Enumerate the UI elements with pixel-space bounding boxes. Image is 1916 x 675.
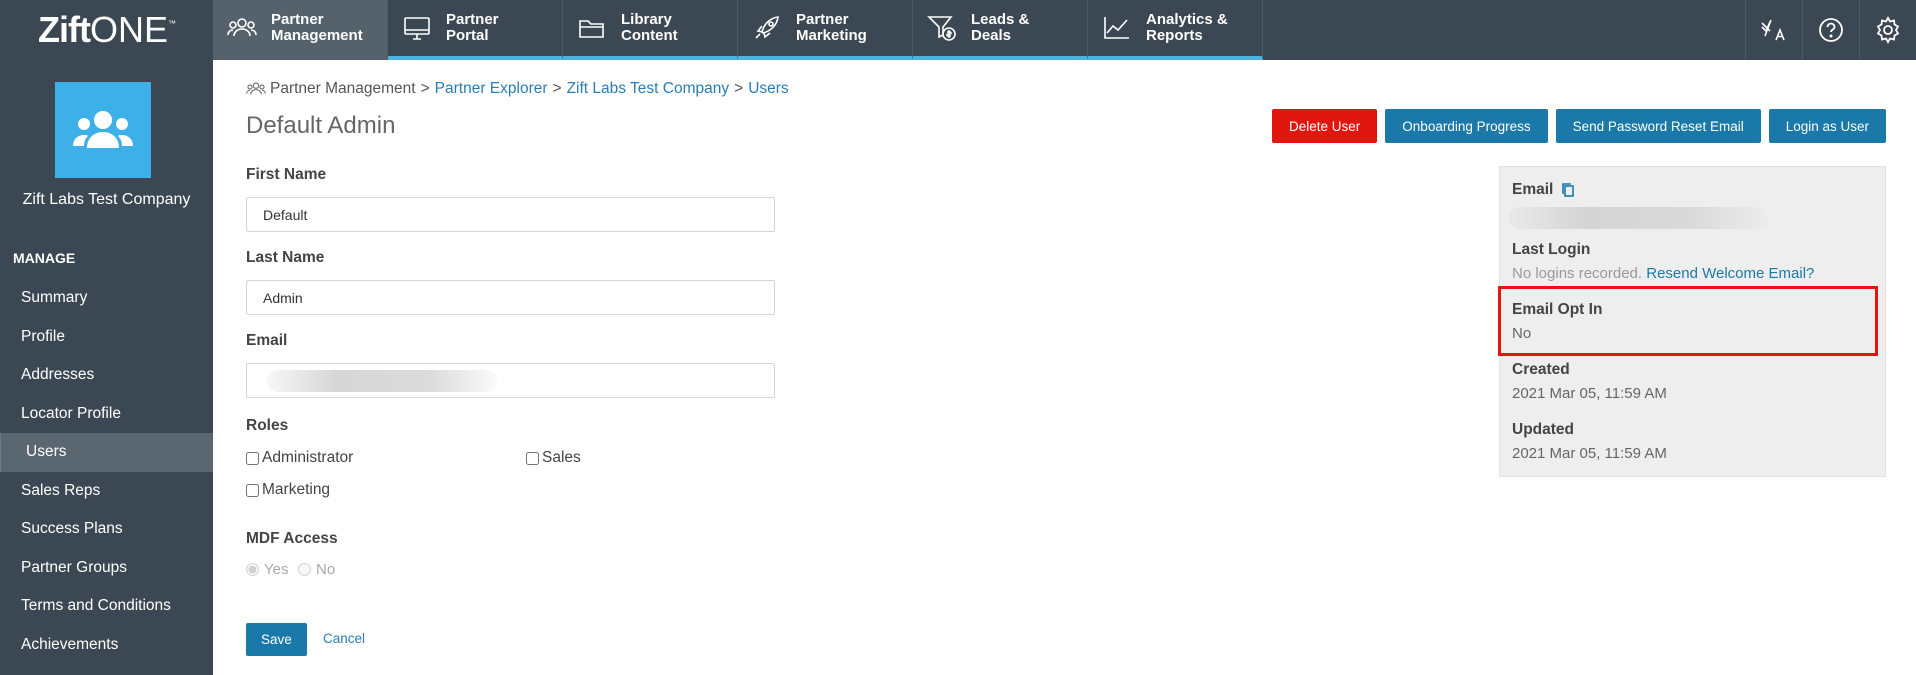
role-administrator-checkbox[interactable]: Administrator — [246, 449, 353, 467]
nav-partner-marketing[interactable]: Partner Marketing — [738, 0, 913, 60]
sidebar-menu: Summary Profile Addresses Locator Profil… — [0, 279, 213, 664]
sidebar-item-success-plans[interactable]: Success Plans — [0, 510, 213, 549]
mdf-access-label: MDF Access — [246, 530, 338, 547]
help-icon[interactable] — [1802, 0, 1859, 60]
funnel-dollar-icon — [927, 14, 957, 42]
nav-label: Partner Management — [271, 11, 363, 44]
redacted-email — [267, 370, 497, 392]
rocket-icon — [752, 14, 782, 42]
last-login-value: No logins recorded. Resend Welcome Email… — [1512, 265, 1814, 282]
last-login-text: No logins recorded. — [1512, 265, 1643, 282]
email-field[interactable] — [246, 363, 775, 398]
company-logo — [55, 82, 151, 178]
sidebar-item-achievements[interactable]: Achievements — [0, 626, 213, 665]
breadcrumb-separator: > — [552, 80, 562, 97]
created-value: 2021 Mar 05, 11:59 AM — [1512, 385, 1667, 402]
breadcrumb-separator: > — [420, 80, 430, 97]
role-label: Administrator — [262, 449, 354, 466]
first-name-field[interactable] — [246, 197, 775, 232]
nav-label: Analytics & Reports — [1146, 11, 1228, 44]
role-label: Sales — [542, 449, 581, 466]
first-name-label: First Name — [246, 166, 327, 183]
info-email-label: Email — [1512, 181, 1575, 199]
nav-partner-portal[interactable]: Partner Portal — [388, 0, 563, 60]
delete-user-button[interactable]: Delete User — [1272, 109, 1378, 143]
breadcrumb-partner-explorer[interactable]: Partner Explorer — [435, 80, 548, 98]
cancel-link[interactable]: Cancel — [323, 631, 365, 646]
nav-library-content[interactable]: Library Content — [563, 0, 738, 60]
logo-trademark: ™ — [167, 18, 176, 28]
breadcrumb-separator: > — [734, 80, 744, 97]
send-password-reset-button[interactable]: Send Password Reset Email — [1555, 109, 1761, 143]
last-name-field[interactable] — [246, 280, 775, 315]
checkbox[interactable] — [246, 451, 259, 465]
sidebar-item-summary[interactable]: Summary — [0, 279, 213, 318]
radio-label: Yes — [264, 561, 289, 578]
logo-text-suffix: ONE — [89, 9, 168, 50]
created-label: Created — [1512, 361, 1570, 378]
breadcrumb-root: Partner Management — [270, 80, 416, 97]
role-sales-checkbox[interactable]: Sales — [526, 449, 581, 467]
main-content: Partner Management > Partner Explorer > … — [213, 60, 1916, 675]
copy-icon[interactable] — [1561, 182, 1575, 198]
breadcrumb-users[interactable]: Users — [748, 80, 788, 98]
folder-icon — [577, 14, 607, 42]
checkbox[interactable] — [526, 451, 539, 465]
users-icon — [246, 82, 266, 95]
main-nav: Partner Management Partner Portal Library C… — [213, 0, 1263, 60]
nav-label: Leads & Deals — [971, 11, 1030, 44]
zift-one-logo[interactable]: Zift ONE ™ — [0, 0, 213, 60]
updated-label: Updated — [1512, 421, 1574, 438]
translate-icon[interactable] — [1745, 0, 1802, 60]
role-marketing-checkbox[interactable]: Marketing — [246, 481, 330, 499]
nav-analytics-reports[interactable]: Analytics & Reports — [1088, 0, 1263, 60]
sidebar-item-users[interactable]: Users — [0, 433, 213, 472]
checkbox[interactable] — [246, 483, 259, 497]
action-buttons: Delete User Onboarding Progress Send Pas… — [1272, 109, 1886, 143]
email-label: Email — [246, 332, 288, 349]
breadcrumb-company[interactable]: Zift Labs Test Company — [567, 80, 730, 98]
logo-text-main: Zift — [38, 9, 91, 50]
monitor-icon — [402, 14, 432, 42]
sidebar-item-addresses[interactable]: Addresses — [0, 356, 213, 395]
users-icon — [227, 14, 257, 42]
radio — [298, 563, 311, 576]
sidebar-item-locator-profile[interactable]: Locator Profile — [0, 395, 213, 434]
last-name-label: Last Name — [246, 249, 325, 266]
breadcrumb: Partner Management > Partner Explorer > … — [246, 80, 789, 98]
company-name: Zift Labs Test Company — [22, 191, 191, 208]
sidebar-item-sales-reps[interactable]: Sales Reps — [0, 472, 213, 511]
sidebar-item-profile[interactable]: Profile — [0, 318, 213, 357]
updated-value: 2021 Mar 05, 11:59 AM — [1512, 445, 1667, 462]
radio-label: No — [316, 561, 336, 578]
group-icon — [73, 111, 133, 148]
nav-label: Partner Portal — [446, 11, 499, 44]
radio — [246, 563, 259, 576]
top-right-tools — [1745, 0, 1916, 60]
mdf-yes-radio: Yes — [246, 561, 288, 578]
nav-label: Library Content — [621, 11, 678, 44]
top-navigation-bar: Zift ONE ™ Partner Management Partner Portal… — [0, 0, 1916, 60]
page-title: Default Admin — [246, 112, 396, 139]
info-email-label-text: Email — [1512, 181, 1554, 198]
gear-icon[interactable] — [1859, 0, 1916, 60]
save-button[interactable]: Save — [246, 623, 307, 656]
sidebar: Zift Labs Test Company MANAGE Summary Pr… — [0, 60, 213, 675]
roles-label: Roles — [246, 417, 289, 434]
mdf-no-radio: No — [298, 561, 335, 578]
last-login-label: Last Login — [1512, 241, 1591, 258]
sidebar-item-partner-groups[interactable]: Partner Groups — [0, 549, 213, 588]
redacted-email-value — [1508, 207, 1768, 229]
role-label: Marketing — [262, 481, 331, 498]
sidebar-item-terms-and-conditions[interactable]: Terms and Conditions — [0, 587, 213, 626]
login-as-user-button[interactable]: Login as User — [1768, 109, 1886, 143]
nav-partner-management[interactable]: Partner Management — [213, 0, 388, 60]
resend-welcome-email-link[interactable]: Resend Welcome Email? — [1646, 265, 1814, 282]
manage-section-heading: MANAGE — [13, 250, 76, 266]
line-chart-icon — [1102, 14, 1132, 42]
onboarding-progress-button[interactable]: Onboarding Progress — [1385, 109, 1548, 143]
nav-leads-deals[interactable]: Leads & Deals — [913, 0, 1088, 60]
nav-label: Partner Marketing — [796, 11, 867, 44]
email-opt-in-highlight-box — [1498, 286, 1878, 356]
